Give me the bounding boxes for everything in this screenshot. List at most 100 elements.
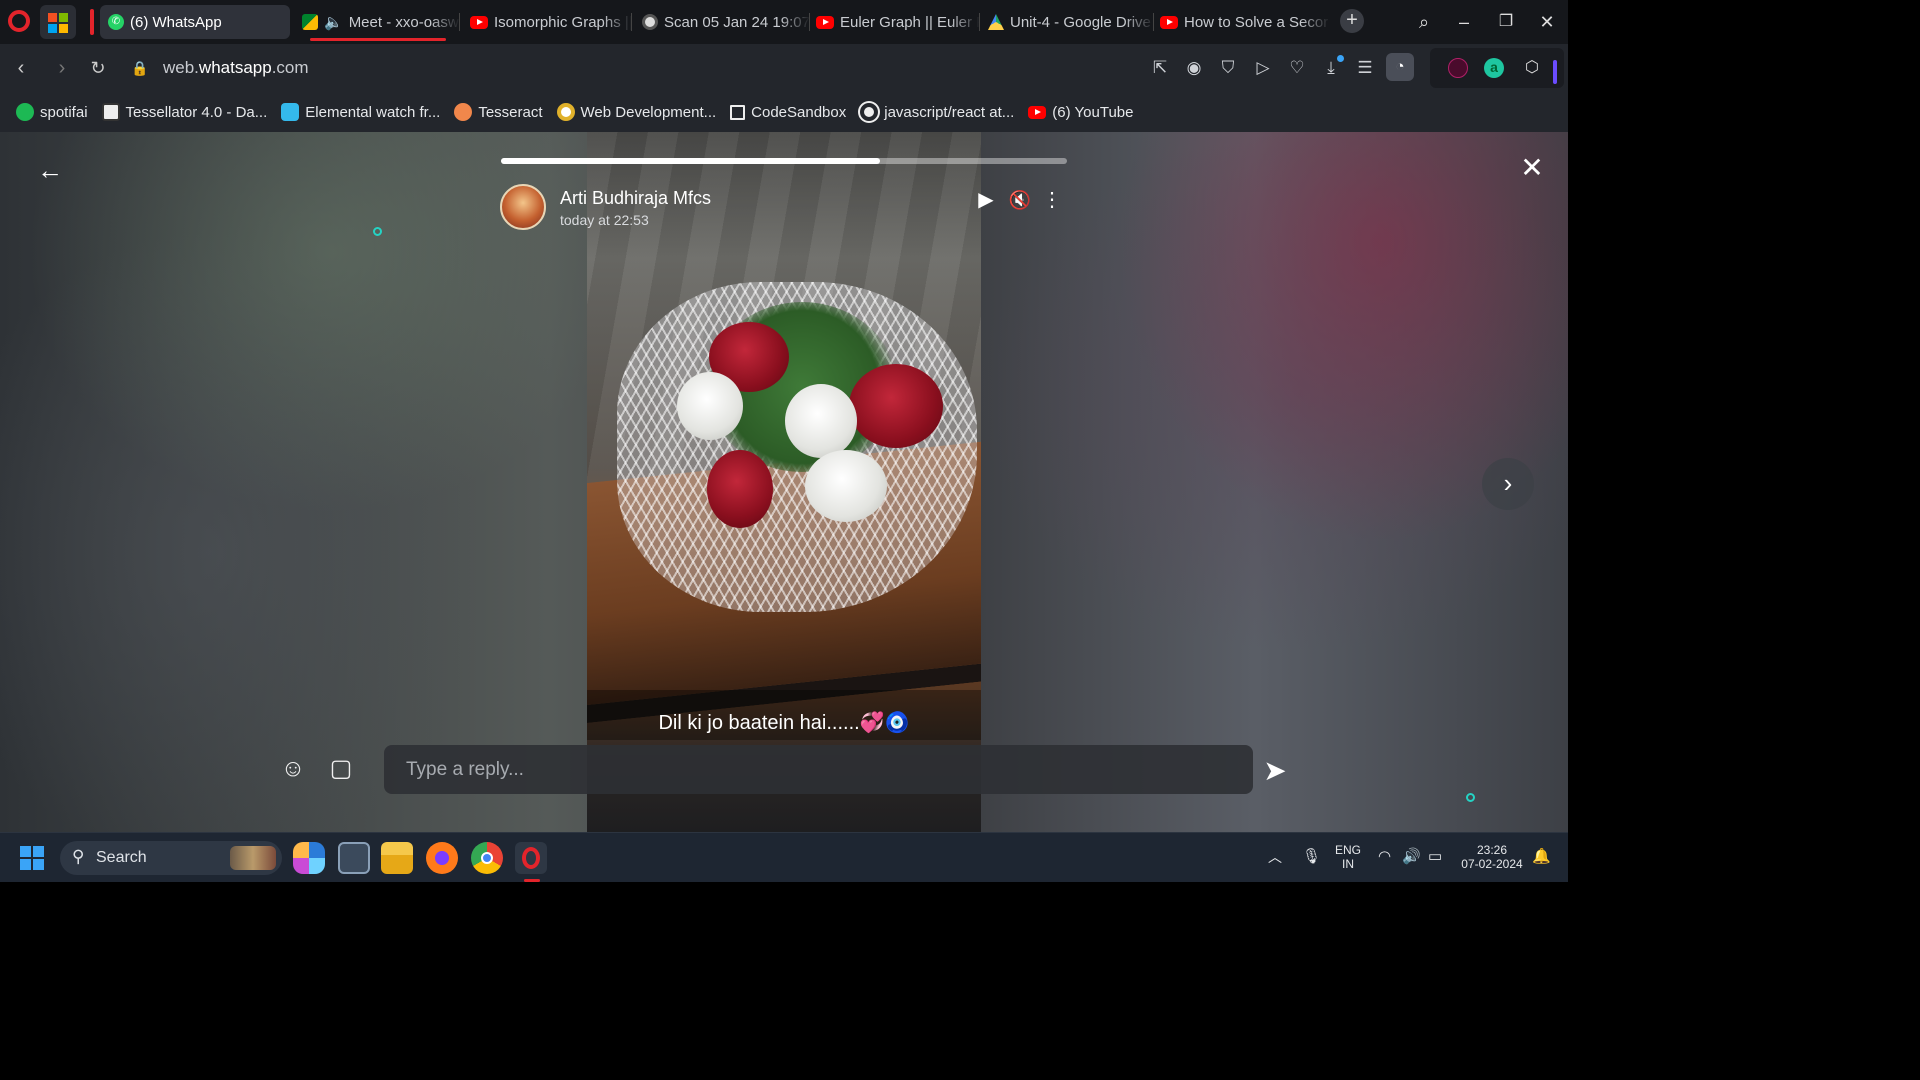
close-window-icon[interactable]: ✕	[1535, 10, 1559, 34]
play-icon[interactable]: ▶	[974, 188, 998, 212]
address-bar[interactable]: web.whatsapp.com	[163, 58, 309, 78]
tab-whatsapp[interactable]: ✆ (6) WhatsApp	[100, 5, 290, 39]
bookmark-label: javascript/react at...	[884, 103, 1015, 121]
white-rose	[677, 372, 743, 440]
opera-taskbar-icon[interactable]	[515, 842, 547, 874]
new-tab-plus-icon[interactable]: +	[1340, 9, 1364, 33]
sticker-icon[interactable]: ▢	[326, 754, 356, 784]
chevron-right-icon: ›	[1503, 468, 1513, 498]
restore-icon[interactable]: ❐	[1494, 10, 1518, 34]
next-status-button[interactable]: ›	[1482, 458, 1534, 510]
download-badge	[1337, 55, 1344, 62]
windows-taskbar: ⚲ Search ︿ 🎙 ENG IN ◠ 🔊 ▭ 23:26 07-02-20…	[0, 832, 1568, 882]
volume-icon[interactable]: 🔊	[1402, 847, 1421, 865]
red-rose	[707, 450, 773, 528]
browser-window: ✆ (6) WhatsApp 🔈 Meet - xxo-oasw- Isomor…	[0, 0, 1568, 882]
youtube-icon	[816, 15, 834, 29]
bookmark-tesseract[interactable]: Tesseract	[454, 103, 543, 121]
back-arrow-icon[interactable]: ←	[36, 156, 64, 184]
notifications-bell-icon[interactable]: 🔔	[1532, 847, 1551, 865]
speaker-icon[interactable]: 🔈	[324, 13, 343, 31]
heart-icon[interactable]: ♡	[1287, 58, 1307, 78]
search-label: Search	[96, 849, 147, 866]
forward-nav-icon[interactable]: ›	[50, 56, 74, 80]
windows-start-icon[interactable]	[20, 846, 44, 870]
close-icon[interactable]: ✕	[1518, 154, 1546, 182]
easy-setup-icon[interactable]: ☰	[1355, 58, 1375, 78]
send-flow-icon[interactable]: ▷	[1253, 58, 1273, 78]
tab-strip: ✆ (6) WhatsApp 🔈 Meet - xxo-oasw- Isomor…	[0, 0, 1568, 44]
lock-icon[interactable]: 🔒	[128, 56, 152, 80]
minimize-icon[interactable]: –	[1452, 10, 1476, 34]
youtube-icon	[1160, 15, 1178, 29]
reload-icon[interactable]: ↻	[86, 56, 110, 80]
taskbar-search[interactable]: ⚲ Search	[60, 841, 282, 875]
send-icon[interactable]: ➤	[1258, 756, 1292, 786]
wifi-icon[interactable]: ◠	[1378, 847, 1391, 865]
language-indicator[interactable]: ENG IN	[1332, 843, 1364, 871]
poster-name[interactable]: Arti Budhiraja Mfcs	[560, 188, 711, 209]
more-options-icon[interactable]: ⋮	[1040, 188, 1064, 212]
calculator-icon[interactable]	[338, 842, 370, 874]
bookmark-elemental-watch[interactable]: Elemental watch fr...	[281, 103, 440, 121]
emoji-icon[interactable]: ☺	[278, 754, 308, 784]
white-rose	[785, 384, 857, 458]
reply-input[interactable]	[406, 757, 1226, 783]
github-icon	[860, 103, 879, 121]
bookmark-label: Tessellator 4.0 - Da...	[125, 103, 268, 121]
tessellator-icon	[101, 103, 120, 121]
file-explorer-icon[interactable]	[381, 842, 413, 874]
back-nav-icon[interactable]: ‹	[9, 56, 33, 80]
chrome-icon[interactable]	[471, 842, 503, 874]
cursor-marker	[1466, 793, 1475, 802]
share-icon[interactable]: ⇱	[1150, 58, 1170, 78]
tab-meet[interactable]: 🔈 Meet - xxo-oasw-	[294, 5, 460, 39]
whatsapp-icon: ✆	[108, 14, 124, 30]
bookmark-label: Web Development...	[580, 103, 717, 121]
white-rose	[805, 450, 887, 522]
bookmark-spotifai[interactable]: spotifai	[16, 103, 88, 121]
workspace-switcher[interactable]	[40, 5, 76, 39]
mute-icon[interactable]: 🔇	[1008, 188, 1032, 212]
camera-icon[interactable]: ◉	[1184, 58, 1204, 78]
tab-isomorphic-graphs[interactable]: Isomorphic Graphs ||	[462, 5, 632, 39]
status-caption: Dil ki jo baatein hai......💞🧿	[658, 712, 910, 734]
tab-search-icon[interactable]: ⌕	[1412, 10, 1436, 34]
bookmark-label: Elemental watch fr...	[305, 103, 441, 121]
copilot-icon[interactable]	[293, 842, 325, 874]
extension-a-icon[interactable]: a	[1484, 58, 1504, 78]
tab-how-to-solve[interactable]: How to Solve a Secor	[1152, 5, 1330, 39]
status-progress-fill	[501, 158, 881, 164]
bookmark-label: CodeSandbox	[751, 103, 847, 121]
show-hidden-icons-icon[interactable]: ︿	[1268, 847, 1282, 867]
microphone-icon[interactable]: 🎙	[1302, 847, 1321, 865]
clock[interactable]: 23:26 07-02-2024	[1456, 843, 1528, 871]
sidebar-marker	[1553, 60, 1557, 84]
avatar[interactable]	[500, 184, 546, 230]
globe-icon	[642, 14, 658, 30]
profile-avatar[interactable]: ◔	[1386, 53, 1414, 81]
bookmark-tessellator[interactable]: Tessellator 4.0 - Da...	[101, 103, 268, 121]
google-drive-icon	[988, 14, 1004, 30]
bookmark-codesandbox[interactable]: CodeSandbox	[730, 104, 846, 121]
status-progress-bar	[501, 158, 1067, 164]
shield-icon[interactable]: ⛉	[1218, 58, 1238, 78]
bookmark-youtube[interactable]: (6) YouTube	[1028, 104, 1133, 121]
battery-icon[interactable]: ▭	[1428, 847, 1442, 865]
bookmark-label: spotifai	[40, 103, 88, 121]
tab-euler-graph[interactable]: Euler Graph || Euler P	[808, 5, 980, 39]
firefox-icon[interactable]	[426, 842, 458, 874]
bookmark-web-development[interactable]: Web Development...	[556, 103, 717, 121]
elemental-icon	[281, 103, 300, 121]
bookmark-javascript-react[interactable]: javascript/react at...	[860, 103, 1014, 121]
spotify-icon	[16, 103, 34, 121]
tab-scan[interactable]: Scan 05 Jan 24 19:07	[634, 5, 810, 39]
tab-audio-indicator	[310, 38, 446, 41]
youtube-icon	[1028, 105, 1047, 119]
tab-label: (6) WhatsApp	[130, 13, 222, 31]
tab-google-drive[interactable]: Unit-4 - Google Drive	[980, 5, 1154, 39]
extension-icon[interactable]	[1448, 58, 1468, 78]
opera-menu-icon[interactable]	[8, 10, 30, 32]
extensions-cube-icon[interactable]: ⬡	[1522, 58, 1542, 78]
bookmarks-bar: spotifai Tessellator 4.0 - Da... Element…	[0, 92, 1568, 132]
